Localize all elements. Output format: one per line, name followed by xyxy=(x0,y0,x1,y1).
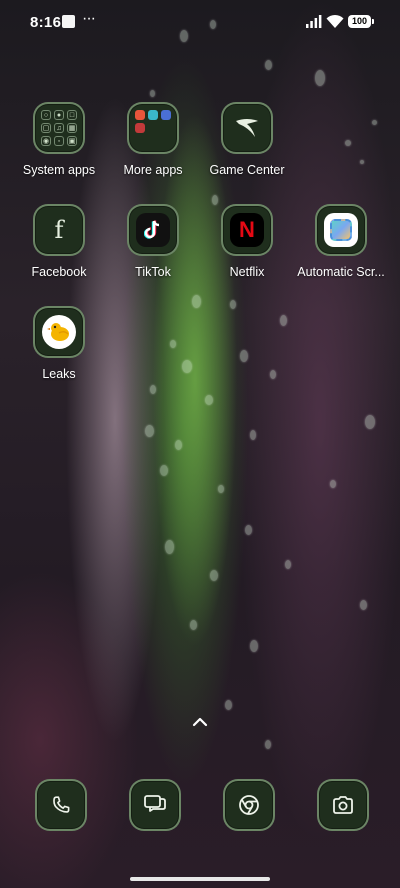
phone-icon xyxy=(35,779,87,831)
dock-phone-button[interactable] xyxy=(35,779,87,831)
tiktok-icon xyxy=(127,204,179,256)
app-netflix[interactable]: N Netflix xyxy=(200,204,294,279)
app-facebook[interactable]: f Facebook xyxy=(12,204,106,279)
battery-tip xyxy=(372,19,374,24)
app-tiktok[interactable]: TikTok xyxy=(106,204,200,279)
camera-icon xyxy=(317,779,369,831)
chrome-icon xyxy=(223,779,275,831)
notification-square-icon xyxy=(62,15,75,28)
netflix-icon: N xyxy=(221,204,273,256)
dock-chrome-button[interactable] xyxy=(223,779,275,831)
app-automatic-screenshot[interactable]: Automatic Scr... xyxy=(294,204,388,279)
facebook-icon: f xyxy=(33,204,85,256)
app-more-apps-folder[interactable]: More apps xyxy=(106,102,200,177)
app-label: Game Center xyxy=(209,163,285,177)
app-label: Netflix xyxy=(229,265,265,279)
folder-icon: ○ ● □ ▢ ♫ ▦ ◉ ◦ ▣ xyxy=(33,102,85,154)
battery-icon: 100 xyxy=(348,15,371,28)
overflow-dots-icon: ··· xyxy=(82,10,96,27)
automatic-screenshot-icon xyxy=(315,204,367,256)
app-label: Leaks xyxy=(42,367,76,381)
signal-icon xyxy=(306,15,322,28)
app-game-center[interactable]: Game Center xyxy=(200,102,294,177)
home-gesture-bar[interactable] xyxy=(130,877,270,881)
status-bar: 8:16 ··· 100 xyxy=(0,0,400,44)
app-label: System apps xyxy=(22,163,96,177)
app-label: TikTok xyxy=(135,265,171,279)
dock-messages-button[interactable] xyxy=(129,779,181,831)
app-label: More apps xyxy=(123,163,183,177)
dock-camera-button[interactable] xyxy=(317,779,369,831)
app-leaks[interactable]: Leaks xyxy=(12,306,106,381)
game-center-icon xyxy=(221,102,273,154)
leaks-icon xyxy=(33,306,85,358)
app-label: Automatic Scr... xyxy=(297,265,385,279)
app-label: Facebook xyxy=(31,265,87,279)
netflix-glyph: N xyxy=(239,217,255,242)
folder-icon xyxy=(127,102,179,154)
app-system-apps-folder[interactable]: ○ ● □ ▢ ♫ ▦ ◉ ◦ ▣ System apps xyxy=(12,102,106,177)
messages-icon xyxy=(129,779,181,831)
status-time: 8:16 xyxy=(30,14,62,31)
wifi-icon xyxy=(326,14,344,28)
facebook-glyph: f xyxy=(54,216,64,244)
app-drawer-chevron-up-icon[interactable] xyxy=(190,715,210,729)
